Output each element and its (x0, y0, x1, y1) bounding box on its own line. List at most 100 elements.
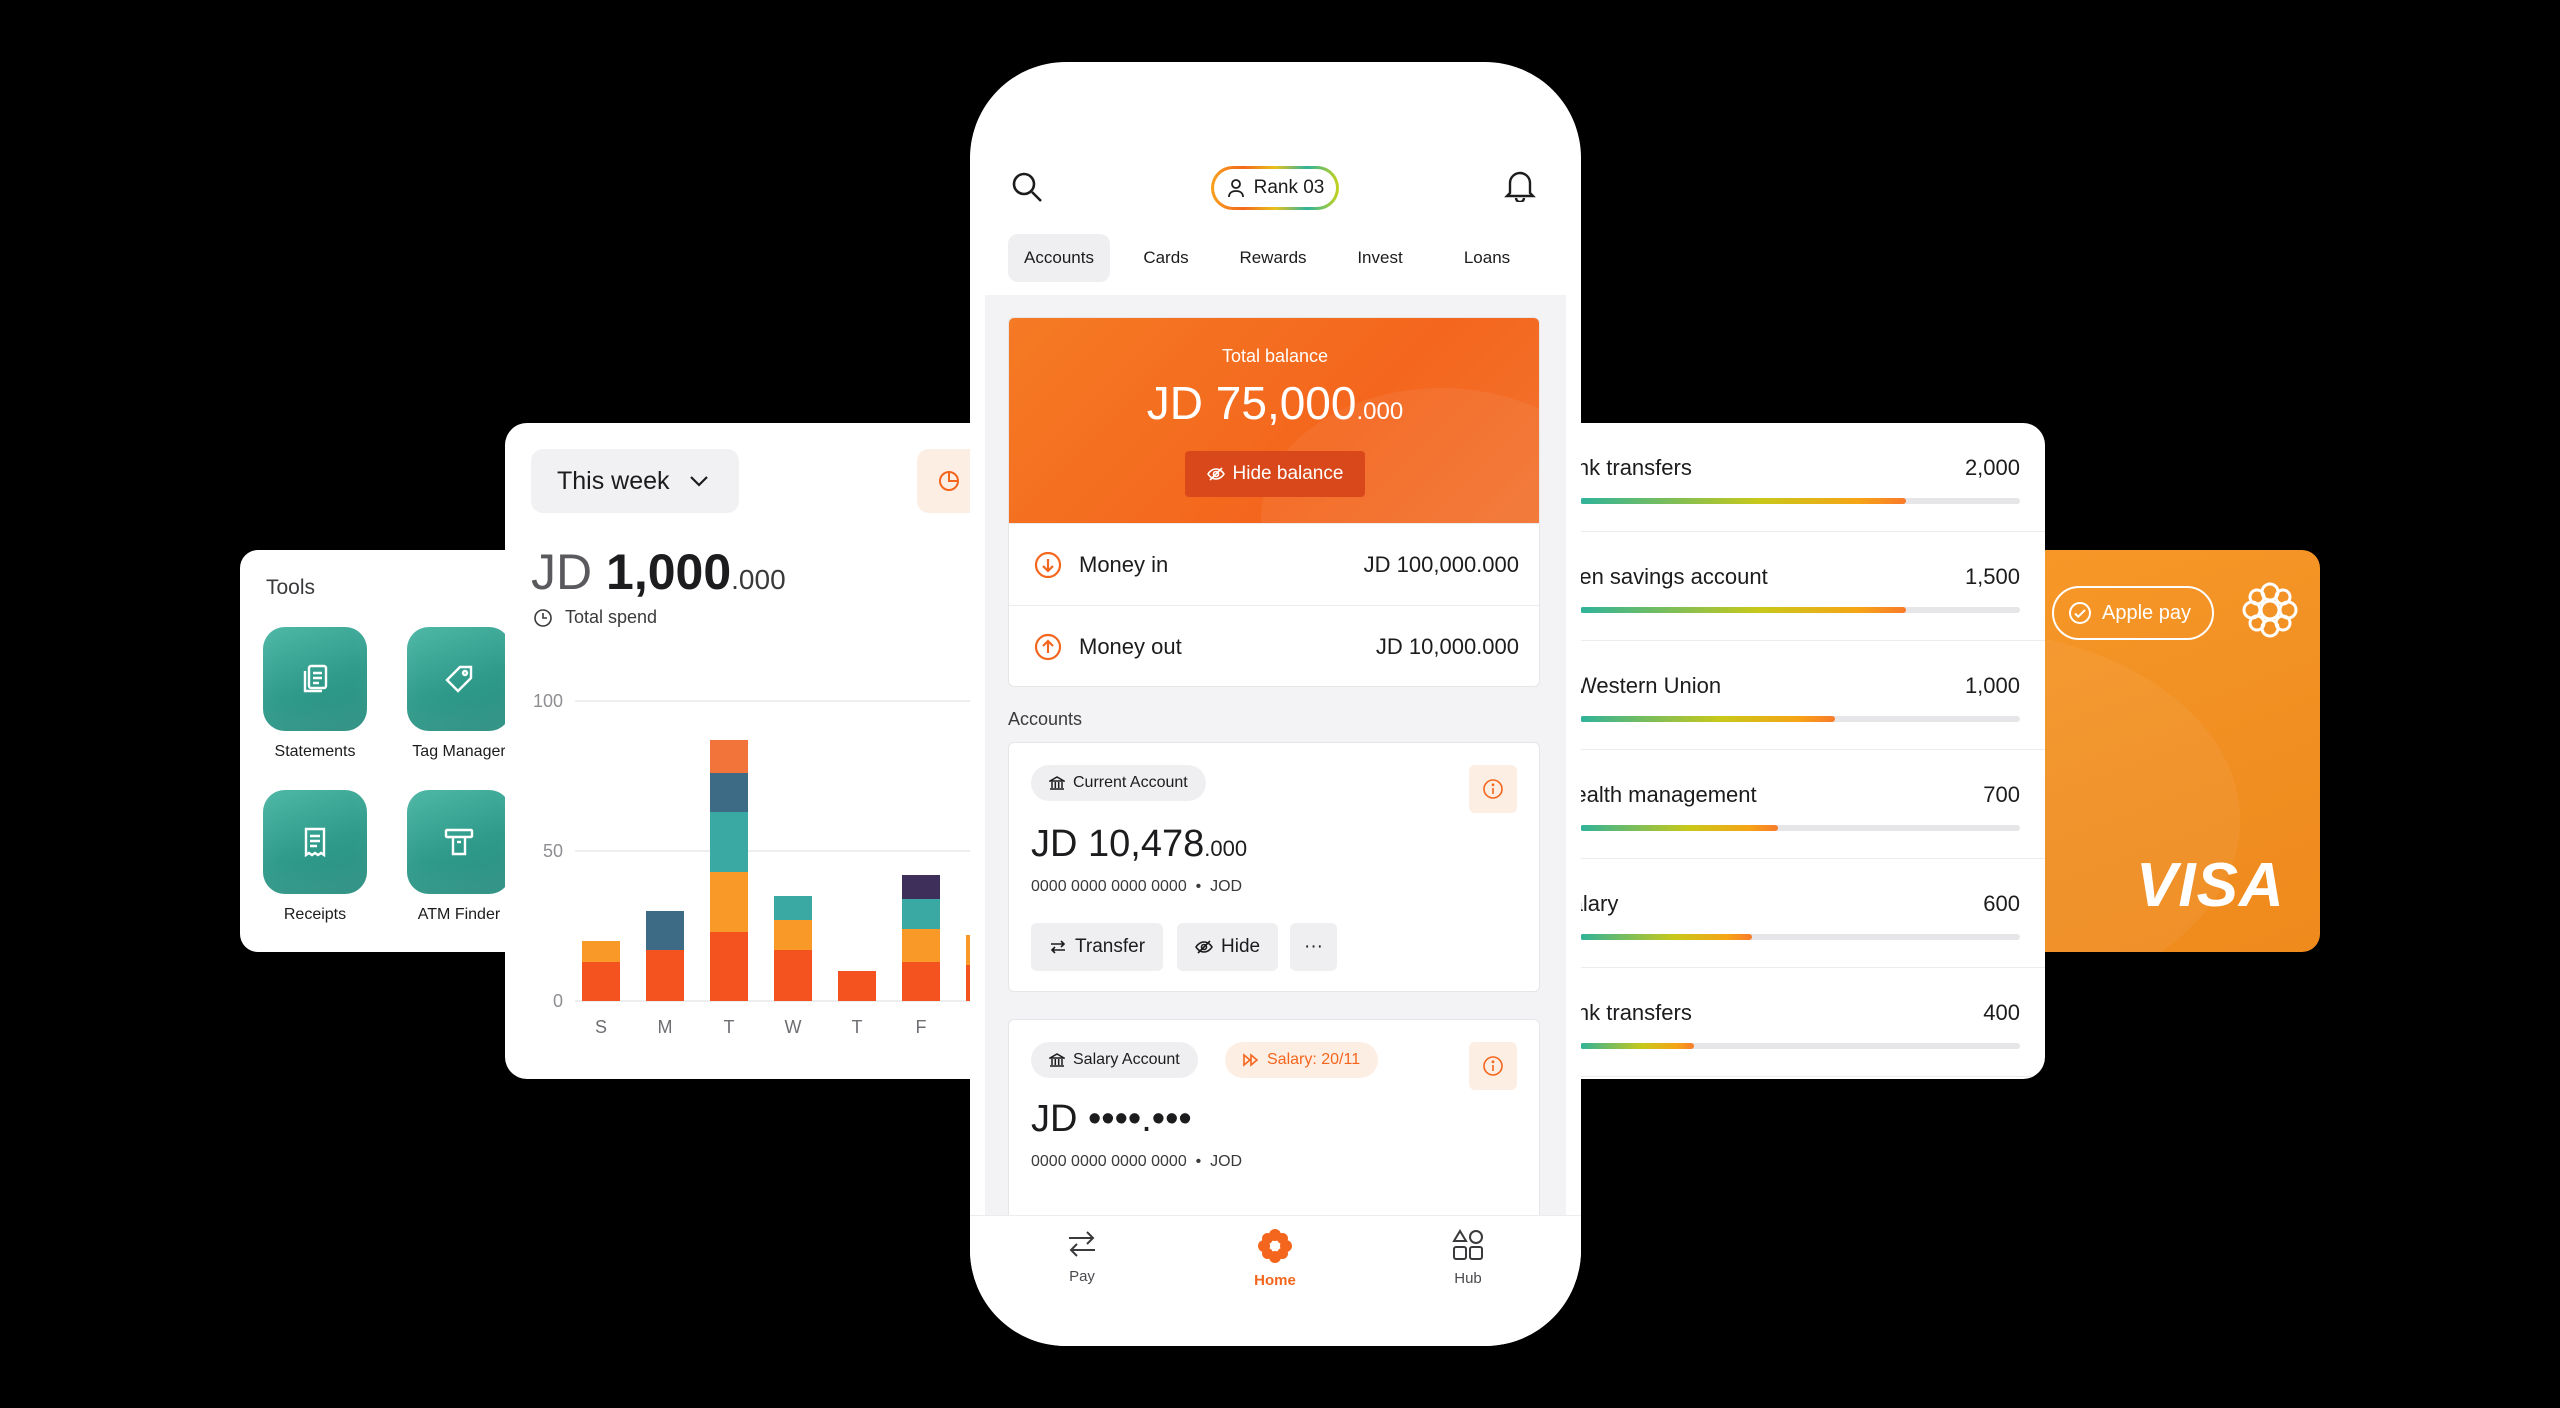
bar-segment (838, 971, 876, 1001)
transfer-value: 700 (1983, 782, 2020, 807)
transfer-value: 1,000 (1964, 673, 2020, 698)
bar-segment (710, 740, 748, 773)
bank-icon (1049, 776, 1065, 790)
bar-segment (710, 872, 748, 932)
transfer-progress-fill (1580, 498, 1906, 504)
transfer-row[interactable]: Western Union 1,000 (1540, 641, 2045, 750)
x-tick-label: M (658, 1017, 673, 1037)
fast-forward-icon (1243, 1053, 1259, 1067)
transfer-row[interactable]: Open savings account 1,500 (1540, 532, 2045, 641)
tool-atm-finder[interactable]: ATM Finder (404, 790, 514, 924)
tab-rewards[interactable]: Rewards (1222, 234, 1324, 282)
money-out-label: Money out (1079, 633, 1182, 659)
transfer-value: 2,000 (1964, 455, 2020, 480)
bar-segment (710, 812, 748, 872)
check-circle-icon (2069, 602, 2091, 624)
tool-tag-manager[interactable]: Tag Manager (404, 627, 514, 761)
bar-segment (646, 950, 684, 1001)
rank-badge[interactable]: Rank 03 (1211, 166, 1339, 210)
current-balance-int: JD 10,478 (1031, 823, 1205, 865)
transfer-row[interactable]: Wealth management 700 (1540, 750, 2045, 859)
nav-home[interactable]: Home (1230, 1228, 1320, 1289)
nav-home-label: Home (1254, 1272, 1296, 1289)
tab-loans[interactable]: Loans (1436, 234, 1538, 282)
transfer-progress-track (1580, 716, 2020, 722)
balance-card: Total balance JD 75,000.000 Hide balance… (1008, 317, 1540, 687)
user-icon (1227, 179, 1244, 198)
transfer-button[interactable]: Transfer (1031, 923, 1164, 971)
transfer-progress-fill (1580, 716, 1836, 722)
transfer-progress-track (1580, 1043, 2020, 1049)
salary-account-balance: JD ••••.••• (1031, 1098, 1192, 1140)
transfer-value: 600 (1983, 891, 2020, 916)
tab-bar: Accounts Cards Rewards Invest Loans (1008, 234, 1548, 282)
apple-pay-badge[interactable]: Apple pay (2052, 586, 2214, 640)
transfer-progress-track (1580, 825, 2020, 831)
transfer-row[interactable]: Bank transfers 400 (1540, 968, 2045, 1077)
hide-button[interactable]: Hide (1177, 923, 1279, 971)
rank-label: Rank 03 (1253, 177, 1325, 198)
tab-cards[interactable]: Cards (1110, 234, 1222, 282)
bar-segment (902, 929, 940, 962)
current-account-card[interactable]: Current Account JD 10,478.000 0000 0000 … (1008, 742, 1540, 992)
x-tick-label: W (785, 1017, 802, 1037)
transfer-progress-fill (1580, 1043, 1695, 1049)
tools-title: Tools (266, 576, 316, 599)
current-account-number: 0000 0000 0000 0000 • JOD (1031, 878, 1243, 895)
info-button[interactable] (1469, 765, 1517, 813)
x-tick-label: S (595, 1017, 607, 1037)
bar-segment (902, 899, 940, 929)
account-number: 0000 0000 0000 0000 (1031, 1153, 1187, 1170)
spend-bar-chart: 050100SMTWTFS (533, 691, 1025, 1037)
total-balance-amount: JD 75,000.000 (1009, 376, 1539, 430)
transfer-progress-track (1580, 607, 2020, 613)
bar-segment (902, 962, 940, 1001)
bar-segment (902, 875, 940, 899)
transfer-row[interactable]: Salary 600 (1540, 859, 2045, 968)
transfer-label: Open savings account (1550, 564, 1768, 589)
money-in-value: JD 100,000.000 (1363, 551, 1519, 577)
accounts-scroll[interactable]: Total balance JD 75,000.000 Hide balance… (985, 295, 1566, 1215)
current-account-label: Current Account (1073, 774, 1188, 791)
salary-account-card[interactable]: Salary Account Salary: 20/11 JD ••••.•••… (1008, 1019, 1540, 1215)
balance-dec: .000 (1356, 398, 1404, 425)
home-flower-icon (1258, 1229, 1292, 1263)
tab-invest[interactable]: Invest (1324, 234, 1436, 282)
transfer-label: Transfer (1075, 936, 1146, 957)
transfer-row[interactable]: Bank transfers 2,000 (1540, 423, 2045, 532)
hide-balance-button[interactable]: Hide balance (1185, 451, 1365, 497)
tag-icon (407, 627, 511, 731)
info-button[interactable] (1469, 1042, 1517, 1090)
more-button[interactable]: ··· (1290, 923, 1337, 971)
nav-hub-label: Hub (1454, 1270, 1482, 1287)
y-tick-label: 100 (533, 691, 563, 711)
money-in-row[interactable]: Money in JD 100,000.000 (1009, 523, 1539, 605)
tool-statements[interactable]: Statements (260, 627, 370, 761)
tool-label: ATM Finder (417, 906, 501, 923)
hide-label: Hide (1221, 936, 1261, 957)
balance-header: Total balance JD 75,000.000 Hide balance (1009, 318, 1539, 523)
search-icon[interactable] (1010, 170, 1044, 209)
apple-pay-label: Apple pay (2102, 601, 2191, 624)
tool-label: Tag Manager (412, 743, 506, 760)
eye-off-icon (1195, 940, 1213, 954)
money-out-row[interactable]: Money out JD 10,000.000 (1009, 605, 1539, 686)
transfer-value: 400 (1983, 1000, 2020, 1025)
accounts-heading: Accounts (1008, 709, 1083, 729)
money-out-value: JD 10,000.000 (1375, 633, 1519, 659)
spend-card: This week JD 1,000.000 Total spend 0 50 10… (505, 423, 1025, 1079)
current-account-chip: Current Account (1031, 765, 1206, 801)
nav-pay[interactable]: Pay (1037, 1228, 1127, 1285)
atm-icon (407, 790, 511, 894)
info-icon (1483, 1056, 1503, 1076)
phone-frame: Rank 03 Accounts Cards Rewards Invest Lo… (970, 62, 1581, 1346)
hide-balance-label: Hide balance (1232, 463, 1344, 484)
nav-hub[interactable]: Hub (1423, 1228, 1513, 1287)
tool-receipts[interactable]: Receipts (260, 790, 370, 924)
bank-logo-icon (2240, 580, 2300, 645)
bank-icon (1049, 1053, 1065, 1067)
bell-icon[interactable] (1504, 168, 1536, 207)
receipt-icon (263, 790, 367, 894)
y-tick-label: 0 (553, 991, 563, 1011)
tab-accounts[interactable]: Accounts (1008, 234, 1110, 282)
